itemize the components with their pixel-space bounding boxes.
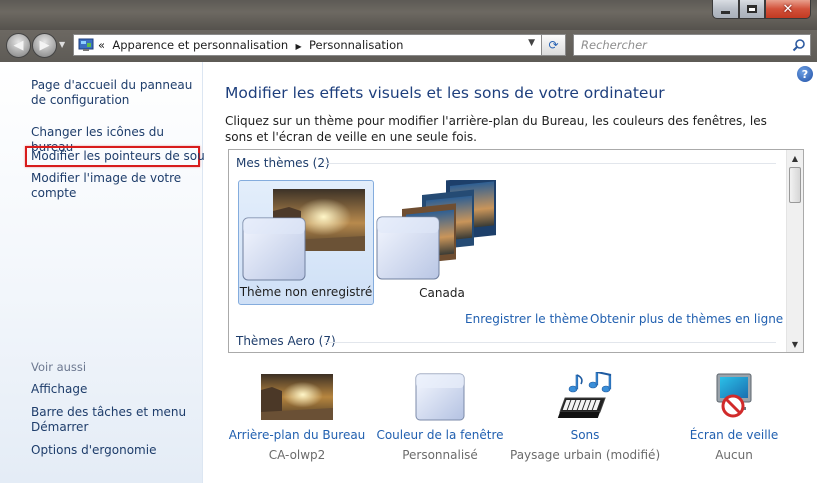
theme-tile-unsaved[interactable]: Thème non enregistré — [238, 180, 374, 305]
title-bar: ✕ — [0, 0, 817, 30]
window-color-icon — [415, 373, 465, 421]
page-description: Cliquez sur un thème pour modifier l'arr… — [225, 114, 767, 144]
more-themes-link[interactable]: Obtenir plus de thèmes en ligne — [590, 312, 783, 326]
refresh-button[interactable]: ⟳ — [541, 34, 566, 56]
navigation-bar: ◀ ▶ ▼ « Apparence et personnalisation ▶ … — [0, 30, 817, 62]
minimize-icon — [721, 10, 730, 14]
minimize-button[interactable] — [712, 0, 739, 19]
desktop-background-icon — [261, 374, 333, 420]
screensaver-setting[interactable]: Écran de veille Aucun — [659, 372, 809, 462]
breadcrumb-overflow[interactable]: « — [98, 38, 105, 52]
theme-name-unsaved: Thème non enregistré — [239, 285, 373, 299]
control-panel-icon — [78, 38, 94, 51]
sidebar-link-display[interactable]: Affichage — [31, 382, 199, 397]
close-icon: ✕ — [782, 1, 794, 17]
sidebar-link-taskbar[interactable]: Barre des tâches et menu Démarrer — [31, 405, 199, 435]
theme-tile-canada[interactable]: Canada — [374, 180, 510, 305]
screensaver-icon — [716, 373, 752, 418]
scroll-up-icon[interactable]: ▲ — [787, 150, 803, 166]
my-themes-heading: Mes thèmes (2) — [236, 156, 330, 170]
breadcrumb-item-personalization[interactable]: Personnalisation — [309, 38, 403, 52]
theme-list-scrollbar[interactable]: ▲ ▼ — [786, 150, 803, 352]
scroll-down-icon[interactable]: ▼ — [787, 336, 803, 352]
address-dropdown-icon[interactable]: ▼ — [528, 38, 535, 48]
sounds-value: Paysage urbain (modifié) — [510, 448, 661, 462]
breadcrumb-separator-icon[interactable]: ▶ — [296, 42, 302, 51]
scroll-thumb[interactable] — [789, 167, 801, 203]
maximize-icon — [747, 5, 757, 13]
sidebar-link-control-panel-home[interactable]: Page d'accueil du panneau de configurati… — [31, 78, 199, 108]
recent-pages-dropdown[interactable]: ▼ — [59, 40, 69, 50]
sidebar: Page d'accueil du panneau de configurati… — [0, 62, 219, 483]
main-content: ? Modifier les effets visuels et les son… — [204, 62, 817, 483]
aero-themes-heading: Thèmes Aero (7) — [236, 334, 336, 348]
search-input[interactable]: Rechercher — [573, 34, 811, 56]
theme-list: Mes thèmes (2) Thème non enregistré Cana… — [228, 149, 804, 353]
page-title: Modifier les effets visuels et les sons … — [225, 84, 665, 102]
theme-preview-unsaved — [242, 189, 365, 281]
sounds-icon — [557, 371, 612, 418]
address-bar[interactable]: « Apparence et personnalisation ▶ Person… — [73, 34, 566, 56]
forward-button[interactable]: ▶ — [32, 33, 57, 58]
group-divider — [324, 163, 776, 164]
theme-name-canada: Canada — [419, 286, 465, 300]
back-button[interactable]: ◀ — [6, 33, 31, 58]
search-placeholder: Rechercher — [581, 38, 647, 52]
see-also-heading: Voir aussi — [31, 360, 87, 374]
window-color-value: Personnalisé — [402, 448, 478, 462]
maximize-button[interactable] — [739, 0, 765, 19]
help-icon[interactable]: ? — [797, 66, 813, 82]
desktop-background-setting[interactable]: Arrière-plan du Bureau CA-olwp2 — [222, 372, 372, 462]
theme-preview-canada — [376, 180, 496, 280]
screensaver-value: Aucun — [715, 448, 753, 462]
sidebar-link-account-picture[interactable]: Modifier l'image de votre compte — [31, 171, 199, 201]
sounds-label[interactable]: Sons — [510, 428, 660, 442]
close-button[interactable]: ✕ — [765, 0, 811, 19]
desktop-background-value: CA-olwp2 — [268, 448, 326, 462]
window-color-setting[interactable]: Couleur de la fenêtre Personnalisé — [365, 372, 515, 462]
desktop-background-label[interactable]: Arrière-plan du Bureau — [222, 428, 372, 442]
back-arrow-icon: ◀ — [13, 38, 24, 53]
group-divider — [324, 342, 776, 343]
breadcrumb: « Apparence et personnalisation ▶ Person… — [98, 38, 403, 52]
save-theme-link[interactable]: Enregistrer le thème — [465, 312, 588, 326]
search-icon[interactable] — [792, 38, 806, 52]
refresh-icon: ⟳ — [548, 38, 559, 52]
window-color-label[interactable]: Couleur de la fenêtre — [365, 428, 515, 442]
sidebar-link-ease-of-access[interactable]: Options d'ergonomie — [31, 443, 199, 458]
forward-arrow-icon: ▶ — [39, 38, 50, 53]
sidebar-link-mouse-pointers[interactable]: Modifier les pointeurs de souris — [25, 146, 219, 167]
sounds-setting[interactable]: Sons Paysage urbain (modifié) — [510, 371, 660, 462]
breadcrumb-item-appearance[interactable]: Apparence et personnalisation — [112, 38, 288, 52]
screensaver-label[interactable]: Écran de veille — [659, 428, 809, 442]
window-controls: ✕ — [712, 0, 811, 19]
